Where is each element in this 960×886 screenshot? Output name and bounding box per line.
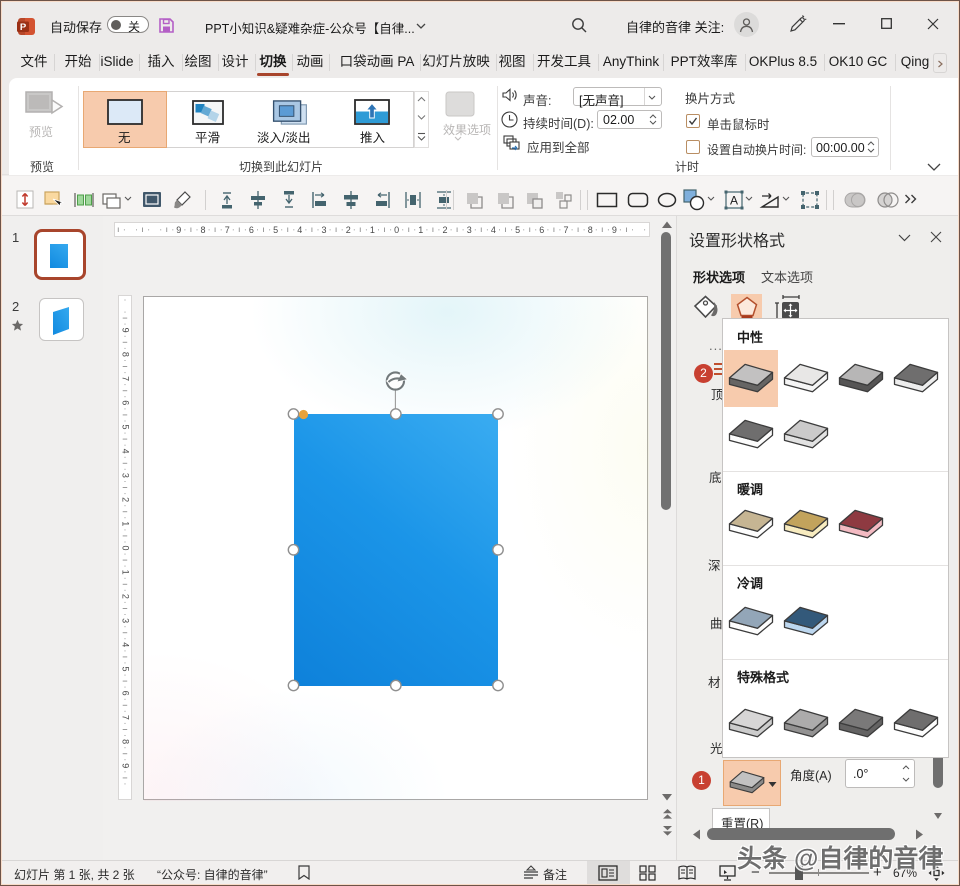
svg-text:6: 6 [121,691,131,696]
svg-text:9: 9 [176,225,181,235]
svg-text:4: 4 [491,225,496,235]
svg-text:3: 3 [121,473,131,478]
svg-text:7: 7 [563,225,568,235]
svg-text:1: 1 [418,225,423,235]
svg-text:5: 5 [121,666,131,671]
svg-text:8: 8 [200,225,205,235]
svg-text:7: 7 [225,225,230,235]
svg-text:7: 7 [121,715,131,720]
svg-text:0: 0 [121,545,131,550]
svg-text:4: 4 [121,449,131,454]
svg-text:A: A [730,194,738,208]
svg-text:3: 3 [321,225,326,235]
svg-text:1: 1 [121,521,131,526]
svg-text:9: 9 [121,763,131,768]
svg-text:9: 9 [121,328,131,333]
svg-text:8: 8 [121,352,131,357]
svg-text:2: 2 [442,225,447,235]
svg-text:5: 5 [121,424,131,429]
svg-text:1: 1 [370,225,375,235]
svg-text:8: 8 [121,739,131,744]
svg-text:2: 2 [121,594,131,599]
svg-text:P: P [20,22,27,33]
svg-text:2: 2 [121,497,131,502]
svg-text:7: 7 [121,376,131,381]
svg-text:5: 5 [273,225,278,235]
svg-text:4: 4 [121,642,131,647]
svg-text:3: 3 [121,618,131,623]
svg-text:1: 1 [121,570,131,575]
svg-text:6: 6 [539,225,544,235]
svg-text:6: 6 [249,225,254,235]
svg-text:3: 3 [467,225,472,235]
svg-text:8: 8 [588,225,593,235]
svg-text:2: 2 [346,225,351,235]
svg-text:9: 9 [612,225,617,235]
svg-text:6: 6 [121,400,131,405]
svg-text:0: 0 [394,225,399,235]
svg-text:5: 5 [515,225,520,235]
svg-text:4: 4 [297,225,302,235]
